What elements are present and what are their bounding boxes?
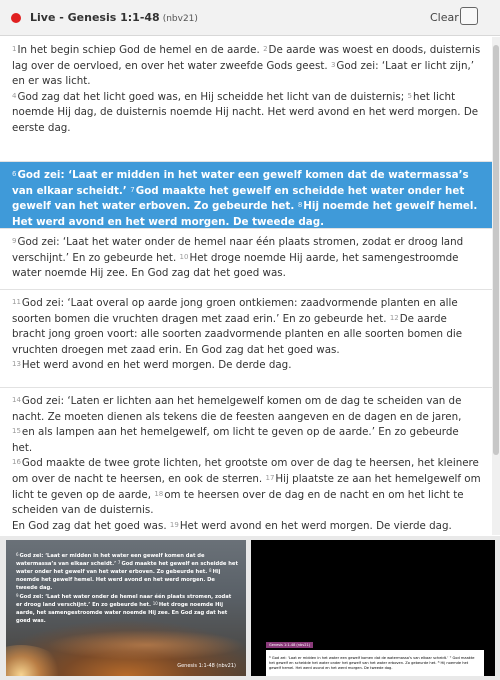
lower-third-text: 6God zei: ‘Laat er midden in het water e… bbox=[266, 650, 484, 676]
verse-number: 11 bbox=[12, 298, 21, 306]
verse-text: En God zag dat het goed was. bbox=[12, 519, 167, 532]
verse-list: 1In het begin schiep God de hemel en de … bbox=[0, 37, 492, 535]
verse-paragraph: En God zag dat het goed was. 19Het werd … bbox=[12, 519, 482, 535]
live-indicator-icon bbox=[11, 13, 21, 23]
verse-text: en als lampen aan het hemelgewelf, om li… bbox=[12, 426, 459, 454]
verse-number: 2 bbox=[263, 45, 268, 53]
verse-text: God zag dat het licht goed was, en Hij s… bbox=[17, 90, 405, 103]
verse-number: 19 bbox=[169, 520, 179, 529]
verse-block[interactable]: 11God zei: ‘Laat overal op aarde jong gr… bbox=[0, 290, 492, 388]
verse-number: 15 bbox=[12, 427, 21, 436]
verse-number: 6 bbox=[269, 654, 271, 659]
preview-reference: Genesis 1:1-48 (nbv21) bbox=[177, 663, 236, 669]
verse-paragraph: 14God zei: ‘Laten er lichten aan het hem… bbox=[12, 394, 482, 456]
verse-number: 9 bbox=[16, 593, 19, 598]
bible-version: (nbv21) bbox=[162, 14, 198, 24]
verse-number: 3 bbox=[330, 60, 336, 69]
verse-block[interactable]: 14God zei: ‘Laten er lichten aan het hem… bbox=[0, 388, 492, 535]
lower-third-box: Genesis 1:1-48 (nbv21) 6God zei: ‘Laat e… bbox=[266, 631, 484, 676]
verse-number: 7 bbox=[130, 185, 135, 194]
verse-paragraph: 13Het werd avond en het werd morgen. De … bbox=[12, 358, 482, 374]
verse-number: 13 bbox=[12, 360, 21, 369]
verse-paragraph: 4God zag dat het licht goed was, en Hij … bbox=[12, 90, 482, 137]
verse-number: 4 bbox=[12, 91, 17, 100]
verse-text: God zei: ‘Laten er lichten aan het hemel… bbox=[12, 395, 462, 423]
verse-block[interactable]: 9God zei: ‘Laat het water onder de hemel… bbox=[0, 229, 492, 290]
clear-checkbox[interactable] bbox=[460, 7, 478, 25]
background-preview[interactable]: 6God zei: ‘Laat er midden in het water e… bbox=[6, 540, 246, 676]
verse-number: 18 bbox=[154, 489, 164, 498]
verse-number: 9 bbox=[12, 237, 17, 245]
verse-number: 10 bbox=[152, 601, 158, 606]
verse-number: 17 bbox=[265, 473, 275, 482]
cloud-glow bbox=[46, 630, 246, 660]
verse-number: 8 bbox=[297, 201, 303, 210]
verse-number: 16 bbox=[12, 458, 21, 467]
verse-paragraph: 16God maakte de twee grote lichten, het … bbox=[12, 456, 482, 518]
passage-title: Live - Genesis 1:1-48 (nbv21) bbox=[30, 11, 198, 24]
verse-block[interactable]: 6God zei: ‘Laat er midden in het water e… bbox=[0, 162, 492, 229]
verse-number: 6 bbox=[16, 552, 19, 557]
verse-list-scrollbar[interactable] bbox=[492, 37, 500, 535]
verse-text: God zei: ‘Laat er midden in het water ee… bbox=[271, 655, 449, 660]
verse-number: 8 bbox=[209, 568, 212, 573]
verse-paragraph: 11God zei: ‘Laat overal op aarde jong gr… bbox=[12, 296, 482, 358]
verse-number: 12 bbox=[389, 313, 399, 322]
verse-text: Het werd avond en het werd morgen. De de… bbox=[21, 359, 292, 372]
verse-number: 1 bbox=[12, 45, 17, 53]
verse-paragraph: 9God zei: ‘Laat het water onder de hemel… bbox=[12, 235, 482, 282]
verse-paragraph: 9God zei: ‘Laat het water onder de hemel… bbox=[16, 593, 238, 625]
lower-third-tag: Genesis 1:1-48 (nbv21) bbox=[266, 642, 314, 648]
verse-number: 14 bbox=[12, 396, 21, 404]
verse-number: 8 bbox=[437, 659, 440, 664]
lower-third-preview[interactable]: Genesis 1:1-48 (nbv21) 6God zei: ‘Laat e… bbox=[251, 540, 495, 676]
live-header: Live - Genesis 1:1-48 (nbv21) Clear bbox=[0, 0, 500, 36]
verse-paragraph: 6God zei: ‘Laat er midden in het water e… bbox=[16, 552, 238, 592]
verse-paragraph: 6God zei: ‘Laat er midden in het water e… bbox=[12, 168, 482, 230]
clear-label: Clear bbox=[430, 11, 459, 24]
verse-block[interactable]: 1In het begin schiep God de hemel en de … bbox=[0, 37, 492, 162]
verse-number: 6 bbox=[12, 170, 17, 178]
verse-paragraph: 6God zei: ‘Laat er midden in het water e… bbox=[269, 654, 481, 672]
verse-paragraph: 1In het begin schiep God de hemel en de … bbox=[12, 43, 482, 90]
scrollbar-thumb[interactable] bbox=[493, 45, 499, 455]
verse-text: In het begin schiep God de hemel en de a… bbox=[17, 44, 260, 56]
verse-number: 10 bbox=[179, 252, 189, 261]
preview-area: 6God zei: ‘Laat er midden in het water e… bbox=[0, 536, 500, 680]
verse-text: Het werd avond en het werd morgen. De vi… bbox=[179, 519, 452, 532]
verse-number: 5 bbox=[407, 91, 412, 100]
preview-verse-text: 6God zei: ‘Laat er midden in het water e… bbox=[16, 552, 238, 626]
